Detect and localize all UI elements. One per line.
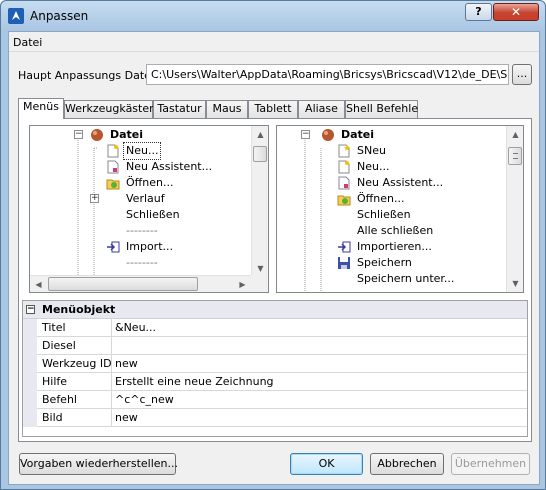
ok-button[interactable]: OK — [290, 453, 363, 475]
scroll-corner — [251, 275, 268, 292]
ball-icon — [91, 129, 103, 141]
dialog-window: Anpassen ? ✕ Datei Haupt Anpassungs Date… — [0, 0, 546, 490]
main-file-path-field[interactable]: C:\Users\Walter\AppData\Roaming\Bricsys\… — [146, 64, 509, 85]
restore-defaults-button[interactable]: Vorgaben wiederherstellen... — [19, 453, 178, 475]
help-button[interactable]: ? — [465, 3, 492, 21]
apply-button[interactable]: Übernehmen — [451, 453, 530, 475]
collapse-toggle[interactable]: − — [74, 130, 83, 139]
cancel-button[interactable]: Abbrechen — [370, 453, 444, 475]
collapse-toggle[interactable]: − — [26, 305, 35, 314]
scroll-up-arrow-icon[interactable]: ▲ — [507, 126, 523, 143]
bricscad-app-icon — [8, 8, 24, 24]
tab-tablet[interactable]: Tablett — [248, 100, 298, 118]
menus-tab-panel: − + Datei Neu... Neu Assistent... Öffnen… — [18, 118, 532, 442]
save-icon — [338, 257, 350, 269]
snew-icon — [338, 144, 350, 158]
properties-header[interactable]: − Menüobjekt — [23, 301, 527, 319]
new-doc-icon — [107, 144, 119, 158]
scroll-thumb[interactable] — [508, 147, 522, 165]
tab-mouse[interactable]: Maus — [206, 100, 248, 118]
window-title: Anpassen — [30, 9, 89, 23]
import-icon — [107, 241, 120, 253]
tab-menus[interactable]: Menüs — [18, 98, 64, 119]
thumb-grip-icon — [513, 153, 518, 159]
tab-toolbars[interactable]: Werkzeugkästen — [64, 100, 156, 118]
property-row-diesel[interactable]: Diesel — [23, 337, 527, 355]
new-doc-icon — [338, 160, 350, 174]
menu-item-properties: − Menüobjekt Titel &Neu... Diesel Werkzeu… — [22, 300, 528, 437]
tab-keyboard[interactable]: Tastatur — [153, 100, 206, 118]
browse-button[interactable]: ... — [512, 64, 532, 85]
dialog-client: Datei Haupt Anpassungs Datei: C:\Users\W… — [8, 31, 540, 485]
menubar: Datei — [9, 32, 539, 52]
property-row-help[interactable]: Hilfe Erstellt eine neue Zeichnung — [23, 373, 527, 391]
title-bar[interactable]: Anpassen ? ✕ — [1, 1, 545, 31]
property-row-image[interactable]: Bild new — [23, 409, 527, 427]
ball-icon — [322, 129, 334, 141]
expand-toggle[interactable]: + — [90, 194, 99, 203]
tab-shell-commands[interactable]: Shell Befehle — [345, 100, 418, 118]
left-tree-horizontal-scrollbar[interactable]: ◀ ▶ — [30, 275, 251, 292]
property-row-tool-id[interactable]: Werkzeug ID new — [23, 355, 527, 373]
open-folder-icon — [106, 179, 120, 190]
open-folder-icon — [337, 195, 351, 206]
scroll-thumb[interactable] — [48, 277, 198, 291]
scroll-left-arrow-icon[interactable]: ◀ — [30, 276, 47, 292]
main-file-label: Haupt Anpassungs Datei: — [18, 69, 158, 82]
left-menu-tree[interactable]: − + Datei Neu... Neu Assistent... Öffnen… — [29, 125, 269, 293]
scroll-up-arrow-icon[interactable]: ▲ — [252, 126, 268, 143]
scroll-down-arrow-icon[interactable]: ▼ — [507, 275, 523, 292]
close-button[interactable]: ✕ — [493, 3, 539, 21]
collapse-toggle[interactable]: − — [301, 130, 310, 139]
right-menu-tree[interactable]: − Datei SNeu Neu... Neu Assistent... Öff… — [276, 125, 524, 293]
menu-file[interactable]: Datei — [13, 36, 42, 49]
left-tree-vertical-scrollbar[interactable]: ▲ ▼ — [251, 126, 268, 277]
scroll-thumb[interactable] — [253, 146, 267, 162]
right-tree-vertical-scrollbar[interactable]: ▲ ▼ — [506, 126, 523, 292]
property-row-title[interactable]: Titel &Neu... — [23, 319, 527, 337]
properties-header-label: Menüobjekt — [42, 303, 116, 316]
scroll-right-arrow-icon[interactable]: ▶ — [234, 276, 251, 292]
tab-aliases[interactable]: Aliase — [298, 100, 345, 118]
import-icon — [338, 241, 351, 253]
property-row-command[interactable]: Befehl ^c^c_new — [23, 391, 527, 409]
wizard-doc-icon — [107, 160, 119, 174]
wizard-doc-icon — [338, 176, 350, 190]
